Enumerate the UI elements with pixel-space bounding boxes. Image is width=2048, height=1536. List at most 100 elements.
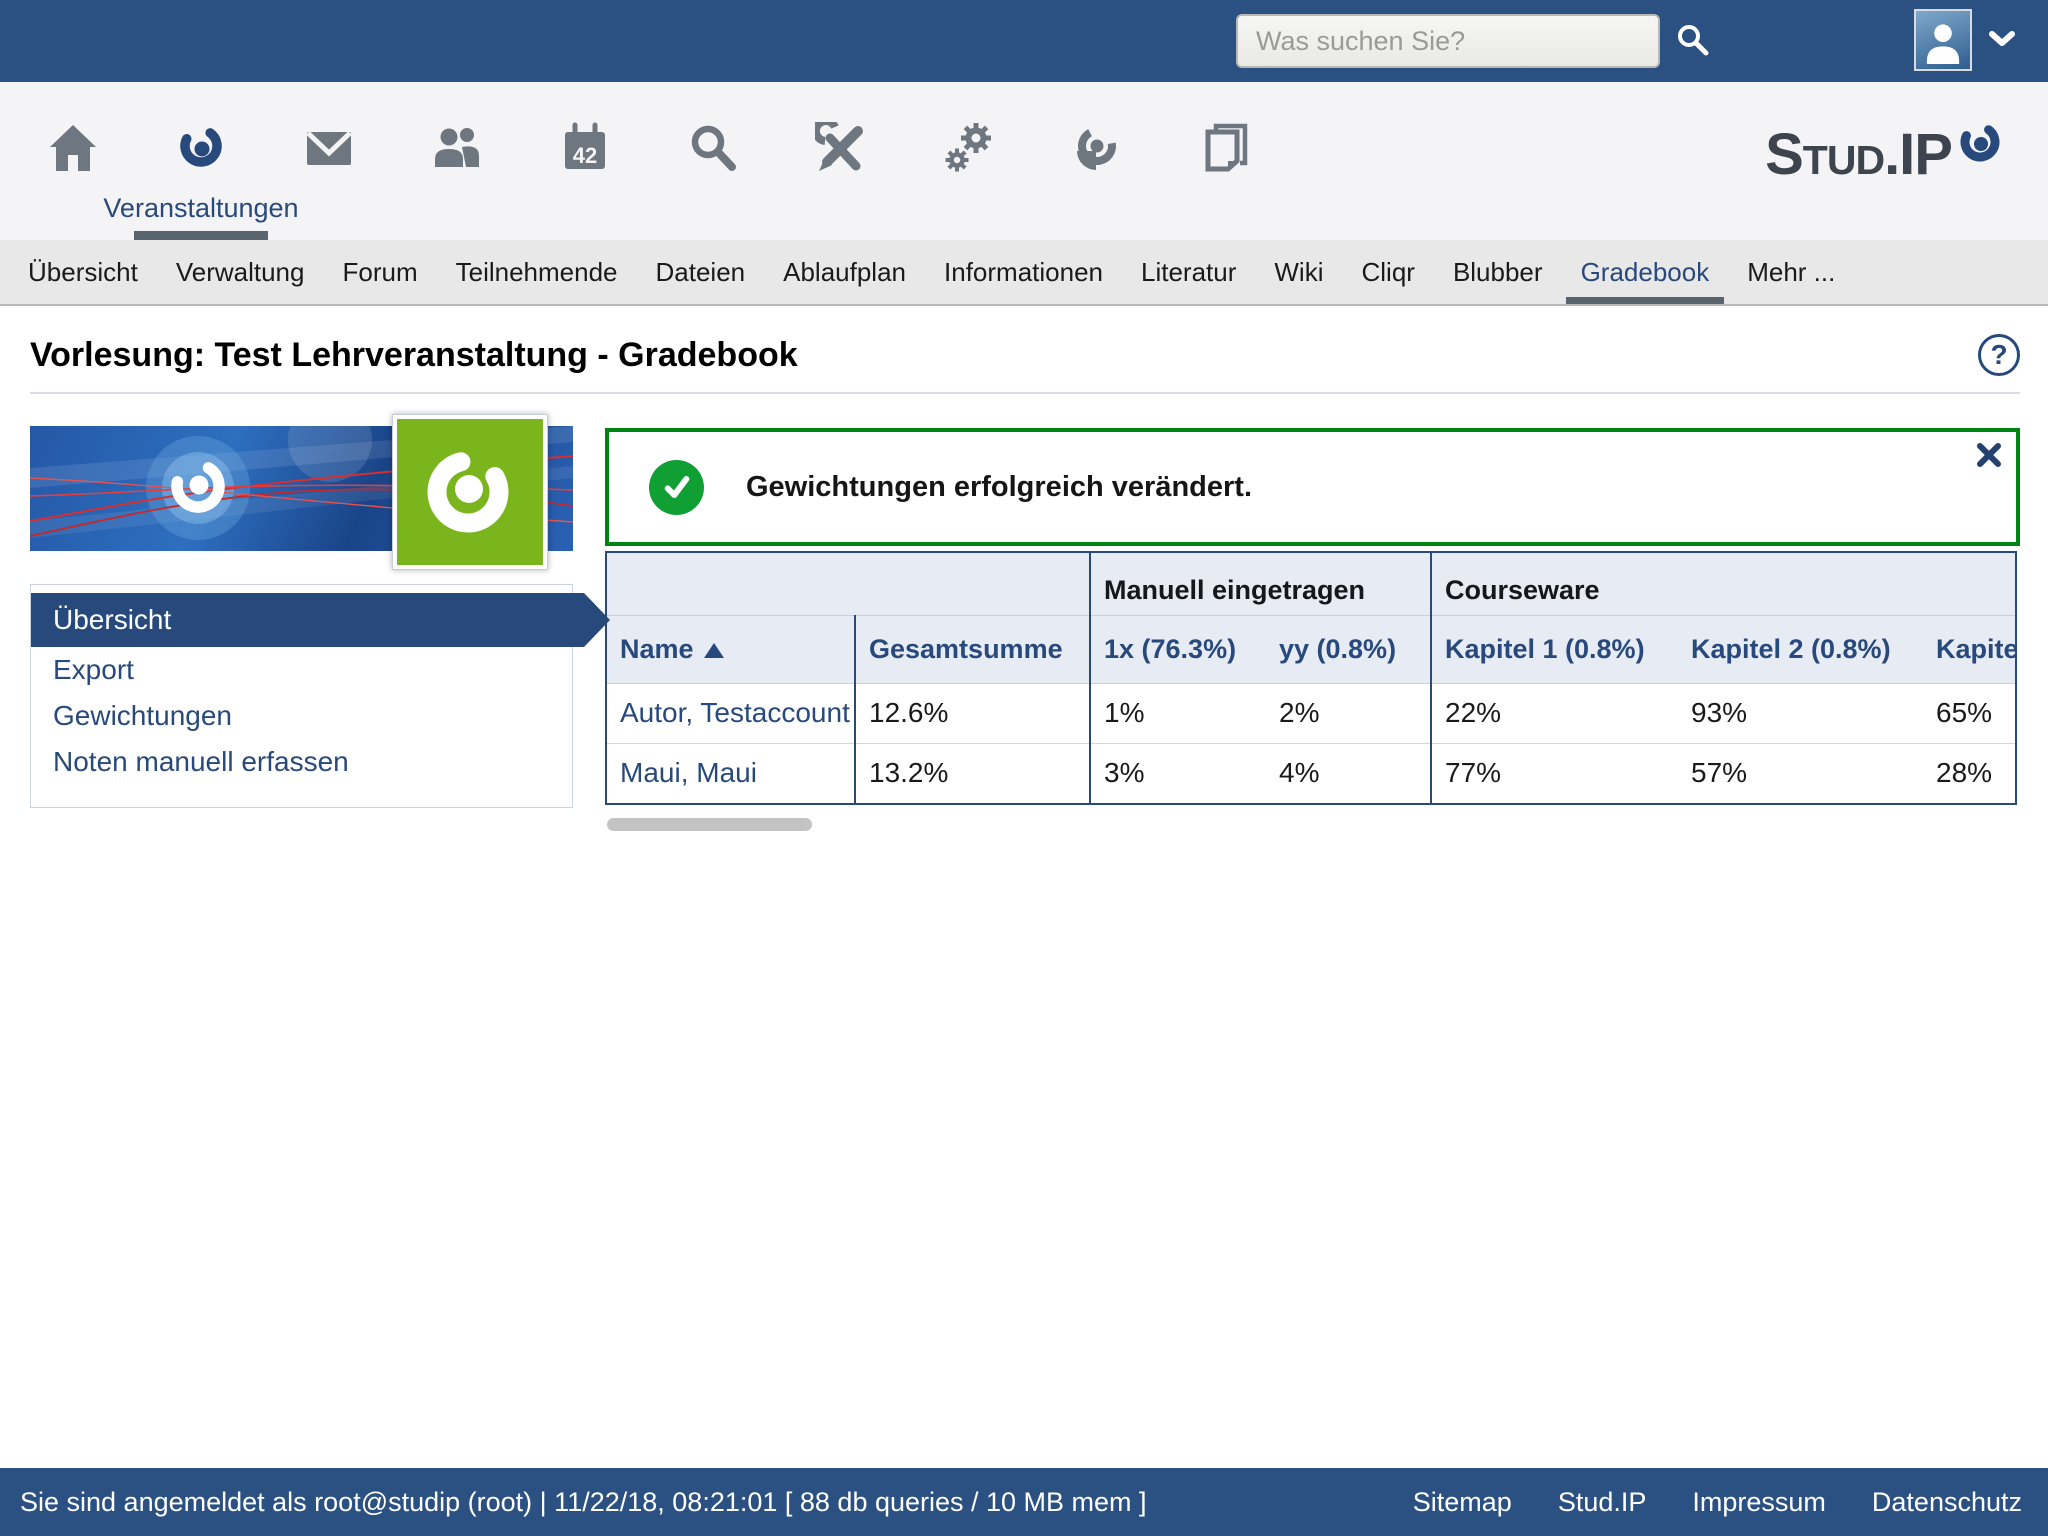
nav-resources[interactable] [1033,82,1161,240]
tab-wiki[interactable]: Wiki [1274,240,1323,304]
gradebook-table: Manuell eingetragen Courseware Name Gesa… [607,553,2017,803]
tools-icon [815,122,867,174]
main-area: Gewichtungen erfolgreich verändert. [605,426,2020,831]
cell-1x: 3% [1090,743,1266,803]
tab-teilnehmende[interactable]: Teilnehmende [456,240,618,304]
course-tab-bar: Übersicht Verwaltung Forum Teilnehmende … [0,240,2048,306]
user-menu-chevron-down-icon[interactable] [1988,30,2016,53]
tab-uebersicht[interactable]: Übersicht [28,240,138,304]
nav-admin[interactable] [905,82,1033,240]
cell-yy: 4% [1266,743,1431,803]
courses-swirl-icon [175,122,227,174]
column-header-kapitel3[interactable]: Kapitel 3 [1923,615,2017,683]
student-name-link[interactable]: Autor, Testaccount [607,683,855,743]
cell-gesamtsumme: 12.6% [855,683,1090,743]
footer-link-impressum[interactable]: Impressum [1692,1487,1826,1518]
cell-1x: 1% [1090,683,1266,743]
help-button[interactable]: ? [1978,334,2020,376]
search-submit-button[interactable] [1676,23,1710,60]
gears-icon [943,122,995,174]
sidebar-item-gewichtungen[interactable]: Gewichtungen [31,693,572,739]
cell-gesamtsumme: 13.2% [855,743,1090,803]
tab-informationen[interactable]: Informationen [944,240,1103,304]
footer-link-studip[interactable]: Stud.IP [1558,1487,1647,1518]
top-header-bar [0,0,2048,82]
question-mark-icon: ? [1990,339,2007,371]
column-header-gesamtsumme[interactable]: Gesamtsumme [855,615,1090,683]
close-icon [1976,442,2002,468]
cell-kapitel3: 28% [1923,743,2017,803]
group-header-courseware: Courseware [1431,553,2017,615]
tab-blubber[interactable]: Blubber [1453,240,1543,304]
nav-tools[interactable] [777,82,905,240]
tab-forum[interactable]: Forum [342,240,417,304]
group-header-empty [607,553,855,615]
nav-search[interactable] [649,82,777,240]
sidebar-item-noten-manuell-erfassen[interactable]: Noten manuell erfassen [31,739,572,785]
nav-community[interactable] [393,82,521,240]
tab-mehr[interactable]: Mehr ... [1747,240,1835,304]
bulletin-board-icon [1199,122,1251,174]
tab-ablaufplan[interactable]: Ablaufplan [783,240,906,304]
group-header-manual: Manuell eingetragen [1090,553,1431,615]
resources-swirl-icon [1071,122,1123,174]
cell-kapitel1: 22% [1431,683,1678,743]
user-avatar[interactable] [1914,9,1972,71]
course-avatar-image [392,414,548,570]
sidebar-navigation: Übersicht Export Gewichtungen Noten manu… [30,584,573,808]
success-message-text: Gewichtungen erfolgreich verändert. [746,471,1252,504]
table-row: Autor, Testaccount 12.6% 1% 2% 22% 93% 6… [607,683,2017,743]
cell-kapitel3: 65% [1923,683,2017,743]
main-icon-toolbar: Veranstaltungen 42 [0,82,2048,240]
column-header-name[interactable]: Name [607,615,855,683]
footer-bar: Sie sind angemeldet als root@studip (roo… [0,1468,2048,1536]
magnifier-icon [687,122,739,174]
mail-icon [303,122,355,174]
page-title: Vorlesung: Test Lehrveranstaltung - Grad… [30,336,798,375]
nav-calendar[interactable]: 42 [521,82,649,240]
student-name-link[interactable]: Maui, Maui [607,743,855,803]
title-divider [30,392,2020,394]
footer-links: Sitemap Stud.IP Impressum Datenschutz [1413,1487,2022,1518]
login-status-text: Sie sind angemeldet als root@studip (roo… [20,1487,1147,1518]
gradebook-table-container: Manuell eingetragen Courseware Name Gesa… [605,551,2017,805]
tab-dateien[interactable]: Dateien [656,240,746,304]
footer-link-sitemap[interactable]: Sitemap [1413,1487,1512,1518]
column-header-1x[interactable]: 1x (76.3%) [1090,615,1266,683]
group-header-empty [855,553,1090,615]
cell-yy: 2% [1266,683,1431,743]
close-message-button[interactable] [1976,442,2002,471]
community-icon [431,122,483,174]
tab-gradebook[interactable]: Gradebook [1581,240,1710,304]
tab-cliqr[interactable]: Cliqr [1361,240,1414,304]
sidebar: Übersicht Export Gewichtungen Noten manu… [30,426,573,831]
studip-logo-text: Stud.IP [1765,126,1952,184]
sidebar-item-export[interactable]: Export [31,647,572,693]
column-header-kapitel1[interactable]: Kapitel 1 (0.8%) [1431,615,1678,683]
success-message: Gewichtungen erfolgreich verändert. [605,428,2020,546]
studip-logo-swirl-icon [1954,118,2006,170]
cell-kapitel1: 77% [1431,743,1678,803]
search-icon [1676,45,1710,60]
sidebar-item-uebersicht[interactable]: Übersicht [31,593,584,647]
sort-ascending-icon [704,643,724,658]
column-header-yy[interactable]: yy (0.8%) [1266,615,1431,683]
table-row: Maui, Maui 13.2% 3% 4% 77% 57% 28% [607,743,2017,803]
person-icon [1923,20,1963,69]
nav-veranstaltungen[interactable]: Veranstaltungen [137,82,265,240]
tab-verwaltung[interactable]: Verwaltung [176,240,305,304]
nav-messages[interactable] [265,82,393,240]
calendar-icon: 42 [559,122,611,174]
column-header-kapitel2[interactable]: Kapitel 2 (0.8%) [1678,615,1923,683]
cell-kapitel2: 57% [1678,743,1923,803]
horizontal-scrollbar-thumb[interactable] [607,818,812,831]
home-icon [47,122,99,174]
svg-text:42: 42 [573,143,597,168]
footer-link-datenschutz[interactable]: Datenschutz [1872,1487,2022,1518]
search-input[interactable] [1236,14,1660,68]
cell-kapitel2: 93% [1678,683,1923,743]
page-content: Vorlesung: Test Lehrveranstaltung - Grad… [0,334,2048,831]
nav-bulletin-board[interactable] [1161,82,1289,240]
tab-literatur[interactable]: Literatur [1141,240,1236,304]
studip-logo[interactable]: Stud.IP [1765,126,2006,184]
